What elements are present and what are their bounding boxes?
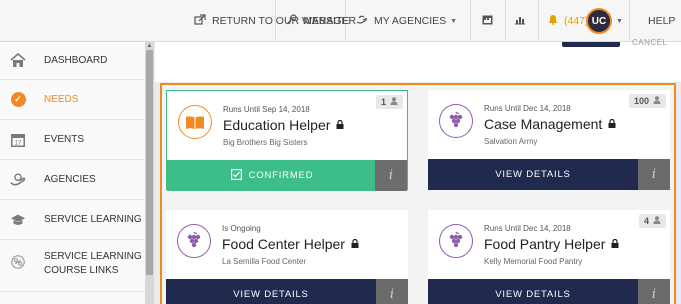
graduation-cap-icon [10, 212, 26, 228]
lock-icon [351, 238, 359, 250]
need-card[interactable]: Runs Until Sep 14, 2018 Education Helper… [166, 90, 408, 191]
check-square-icon [230, 168, 242, 183]
need-card[interactable]: Runs Until Dec 14, 2018 Food Pantry Help… [428, 210, 670, 304]
book-icon [178, 105, 212, 139]
grapes-icon [439, 224, 473, 258]
need-title: Education Helper [223, 117, 344, 133]
calendar-day: 17 [15, 140, 22, 146]
key-icon [286, 14, 297, 28]
external-link-icon [194, 14, 206, 28]
sidebar-item-label: DASHBOARD [44, 54, 108, 66]
need-organization: Big Brothers Big Sisters [223, 138, 308, 147]
hands-icon [10, 172, 26, 188]
needs-list: Runs Until Sep 14, 2018 Education Helper… [160, 83, 676, 304]
sidebar-item-label: AGENCIES [44, 173, 96, 185]
view-details-button[interactable]: VIEW DETAILS [428, 159, 638, 190]
sidebar-item-dashboard[interactable]: DASHBOARD [0, 42, 145, 80]
lock-icon [611, 238, 619, 250]
sidebar-item-service-learning-course-links[interactable]: SERVICE LEARNING COURSE LINKS [0, 240, 145, 292]
need-title: Food Pantry Helper [484, 236, 619, 252]
need-organization: La Semilla Food Center [222, 257, 307, 266]
alerts-count: (447) [564, 15, 589, 27]
need-card-body[interactable]: Runs Until Dec 14, 2018 Food Pantry Help… [428, 210, 670, 279]
sidebar-item-label-line1: SERVICE LEARNING [44, 251, 142, 262]
need-card-body[interactable]: Runs Until Sep 14, 2018 Education Helper… [167, 91, 407, 160]
need-date: Is Ongoing [222, 224, 261, 233]
chart-icon [514, 14, 526, 28]
scroll-up-icon[interactable]: ▲ [146, 43, 153, 50]
reports-button[interactable] [514, 0, 526, 42]
sidebar-item-service-learning[interactable]: SERVICE LEARNING [0, 200, 145, 240]
sidebar: DASHBOARD ✓ NEEDS 17 EVENTS AGENCIES SER… [0, 42, 145, 304]
sidebar-scrollbar-thumb[interactable] [146, 50, 153, 275]
need-organization: Salvation Army [484, 137, 538, 146]
confirmed-button[interactable]: CONFIRMED [167, 160, 377, 191]
chevron-down-icon: ▼ [616, 17, 623, 25]
manager-link[interactable]: MANAGER [286, 0, 356, 42]
help-label: HELP [648, 15, 676, 27]
user-menu[interactable]: UC ▼ [586, 0, 623, 42]
link-icon [10, 254, 26, 270]
need-date: Runs Until Dec 14, 2018 [484, 224, 571, 233]
sidebar-item-label-line2: COURSE LINKS [44, 265, 119, 276]
hands-icon [356, 14, 368, 28]
sidebar-item-events[interactable]: 17 EVENTS [0, 120, 145, 160]
user-icon [653, 96, 661, 106]
need-title: Case Management [484, 116, 616, 132]
sidebar-item-agencies[interactable]: AGENCIES [0, 160, 145, 200]
volunteer-count: 1 [380, 97, 386, 107]
need-title-text: Case Management [484, 116, 603, 132]
view-details-button[interactable]: VIEW DETAILS [428, 279, 638, 304]
primary-action-button[interactable] [562, 42, 620, 47]
info-button[interactable]: i [638, 159, 670, 190]
calendar-button[interactable] [482, 0, 493, 42]
my-agencies-dropdown[interactable]: MY AGENCIES ▼ [356, 0, 457, 42]
volunteer-count-badge: 100 [628, 94, 666, 108]
main-header-area [155, 42, 681, 82]
grapes-icon [439, 104, 473, 138]
volunteer-count: 100 [633, 96, 649, 106]
calendar-icon [482, 14, 493, 28]
avatar: UC [586, 8, 612, 34]
info-button[interactable]: i [375, 160, 407, 191]
lock-icon [336, 119, 344, 131]
volunteer-count: 4 [643, 216, 649, 226]
need-card-body[interactable]: Runs Until Dec 14, 2018 Case Management … [428, 90, 670, 159]
top-navbar: RETURN TO OUR WEBSITE MANAGER MY AGENCIE… [0, 0, 681, 42]
volunteer-count-badge: 4 [638, 214, 666, 228]
lock-icon [608, 118, 616, 130]
need-organization: Kelly Memorial Food Pantry [484, 257, 583, 266]
sidebar-item-needs[interactable]: ✓ NEEDS [0, 80, 145, 120]
need-title-text: Food Center Helper [222, 236, 345, 252]
need-title-text: Education Helper [223, 117, 331, 133]
cancel-button[interactable]: CANCEL [632, 38, 667, 47]
view-details-button[interactable]: VIEW DETAILS [166, 279, 376, 304]
info-button[interactable]: i [638, 279, 670, 304]
volunteer-count-badge: 1 [375, 95, 403, 109]
need-card[interactable]: Is Ongoing Food Center Helper La Semilla… [166, 210, 408, 304]
calendar-icon: 17 [10, 132, 26, 148]
need-title-text: Food Pantry Helper [484, 236, 606, 252]
user-icon [390, 97, 398, 107]
check-circle-icon: ✓ [10, 92, 26, 108]
home-icon [10, 53, 26, 69]
bell-icon [548, 14, 558, 28]
chevron-down-icon: ▼ [450, 17, 458, 25]
need-date: Runs Until Dec 14, 2018 [484, 104, 571, 113]
confirmed-label: CONFIRMED [248, 170, 314, 181]
sidebar-item-label: EVENTS [44, 133, 85, 145]
user-icon [653, 216, 661, 226]
need-date: Runs Until Sep 14, 2018 [223, 105, 310, 114]
sidebar-item-label: SERVICE LEARNING [44, 213, 142, 225]
need-card-body[interactable]: Is Ongoing Food Center Helper La Semilla… [166, 210, 408, 279]
need-card[interactable]: Runs Until Dec 14, 2018 Case Management … [428, 90, 670, 190]
sidebar-item-label: SERVICE LEARNING COURSE LINKS [44, 250, 142, 278]
info-button[interactable]: i [376, 279, 408, 304]
help-link[interactable]: HELP [648, 0, 675, 42]
sidebar-item-label: NEEDS [44, 93, 79, 105]
grapes-icon [177, 224, 211, 258]
my-agencies-label: MY AGENCIES [374, 15, 447, 27]
manager-label: MANAGER [303, 15, 357, 27]
need-title: Food Center Helper [222, 236, 359, 252]
